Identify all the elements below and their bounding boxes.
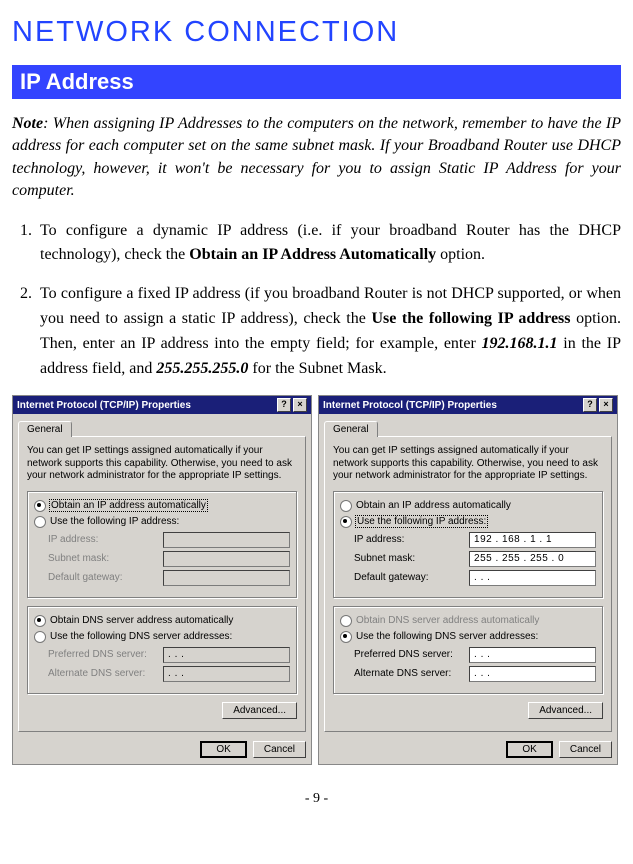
intro-text: You can get IP settings assigned automat… [333, 445, 603, 483]
tab-general[interactable]: General [18, 421, 72, 437]
radio-icon [340, 631, 352, 643]
intro-text: You can get IP settings assigned automat… [27, 445, 297, 483]
pdns-input: . . . [163, 647, 290, 663]
tab-general[interactable]: General [324, 421, 378, 437]
ip-address-field: IP address: 192 . 168 . 1 . 1 [354, 532, 596, 548]
close-icon[interactable]: × [599, 398, 613, 412]
radio-icon [34, 631, 46, 643]
alternate-dns-field: Alternate DNS server: . . . [354, 666, 596, 682]
tab-panel: You can get IP settings assigned automat… [18, 436, 306, 732]
mask-input[interactable]: 255 . 255 . 255 . 0 [469, 551, 596, 567]
step-2: To configure a fixed IP address (if you … [36, 282, 621, 381]
note-text: : When assigning IP Addresses to the com… [12, 115, 621, 199]
ok-button[interactable]: OK [200, 741, 246, 758]
gateway-input [163, 570, 290, 586]
radio-obtain-ip-auto[interactable]: Obtain an IP address automatically [340, 500, 596, 512]
radio-use-dns[interactable]: Use the following DNS server addresses: [340, 631, 596, 643]
screenshots-row: Internet Protocol (TCP/IP) Properties ? … [12, 395, 621, 765]
ip-groupbox: Obtain an IP address automatically Use t… [27, 491, 297, 598]
ip-input [163, 532, 290, 548]
radio-use-dns[interactable]: Use the following DNS server addresses: [34, 631, 290, 643]
note-paragraph: Note: When assigning IP Addresses to the… [12, 113, 621, 203]
radio-obtain-dns-auto[interactable]: Obtain DNS server address automatically [340, 615, 596, 627]
radio-obtain-ip-auto[interactable]: Obtain an IP address automatically [34, 500, 290, 512]
dialog-title: Internet Protocol (TCP/IP) Properties [17, 400, 191, 411]
tcpip-dialog-auto: Internet Protocol (TCP/IP) Properties ? … [12, 395, 312, 765]
default-gateway-field: Default gateway: [48, 570, 290, 586]
section-header: IP Address [12, 65, 621, 99]
gateway-input[interactable]: . . . [469, 570, 596, 586]
alternate-dns-field: Alternate DNS server: . . . [48, 666, 290, 682]
advanced-button[interactable]: Advanced... [528, 702, 603, 719]
radio-icon [34, 500, 46, 512]
radio-icon [34, 615, 46, 627]
adns-input[interactable]: . . . [469, 666, 596, 682]
dns-groupbox: Obtain DNS server address automatically … [27, 606, 297, 694]
radio-use-ip[interactable]: Use the following IP address: [340, 516, 596, 528]
pdns-input[interactable]: . . . [469, 647, 596, 663]
radio-icon [340, 615, 352, 627]
dialog-titlebar: Internet Protocol (TCP/IP) Properties ? … [13, 396, 311, 414]
mask-input [163, 551, 290, 567]
ip-address-field: IP address: [48, 532, 290, 548]
radio-icon [340, 516, 352, 528]
page-number: - 9 - [12, 791, 621, 807]
cancel-button[interactable]: Cancel [253, 741, 306, 758]
dialog-button-row: OK Cancel [13, 737, 311, 764]
dialog-title: Internet Protocol (TCP/IP) Properties [323, 400, 497, 411]
help-icon[interactable]: ? [277, 398, 291, 412]
tab-panel: You can get IP settings assigned automat… [324, 436, 612, 732]
subnet-mask-field: Subnet mask: [48, 551, 290, 567]
dialog-button-row: OK Cancel [319, 737, 617, 764]
dialog-titlebar: Internet Protocol (TCP/IP) Properties ? … [319, 396, 617, 414]
preferred-dns-field: Preferred DNS server: . . . [48, 647, 290, 663]
advanced-button[interactable]: Advanced... [222, 702, 297, 719]
steps-list: To configure a dynamic IP address (i.e. … [12, 219, 621, 382]
ok-button[interactable]: OK [506, 741, 552, 758]
tcpip-dialog-manual: Internet Protocol (TCP/IP) Properties ? … [318, 395, 618, 765]
ip-groupbox: Obtain an IP address automatically Use t… [333, 491, 603, 598]
radio-obtain-dns-auto[interactable]: Obtain DNS server address automatically [34, 615, 290, 627]
radio-use-ip[interactable]: Use the following IP address: [34, 516, 290, 528]
radio-icon [34, 516, 46, 528]
help-icon[interactable]: ? [583, 398, 597, 412]
close-icon[interactable]: × [293, 398, 307, 412]
radio-icon [340, 500, 352, 512]
subnet-mask-field: Subnet mask: 255 . 255 . 255 . 0 [354, 551, 596, 567]
page-title: NETWORK CONNECTION [12, 16, 621, 49]
cancel-button[interactable]: Cancel [559, 741, 612, 758]
dns-groupbox: Obtain DNS server address automatically … [333, 606, 603, 694]
default-gateway-field: Default gateway: . . . [354, 570, 596, 586]
ip-input[interactable]: 192 . 168 . 1 . 1 [469, 532, 596, 548]
titlebar-buttons: ? × [277, 398, 307, 412]
adns-input: . . . [163, 666, 290, 682]
note-label: Note [12, 115, 43, 132]
preferred-dns-field: Preferred DNS server: . . . [354, 647, 596, 663]
titlebar-buttons: ? × [583, 398, 613, 412]
step-1: To configure a dynamic IP address (i.e. … [36, 219, 621, 269]
